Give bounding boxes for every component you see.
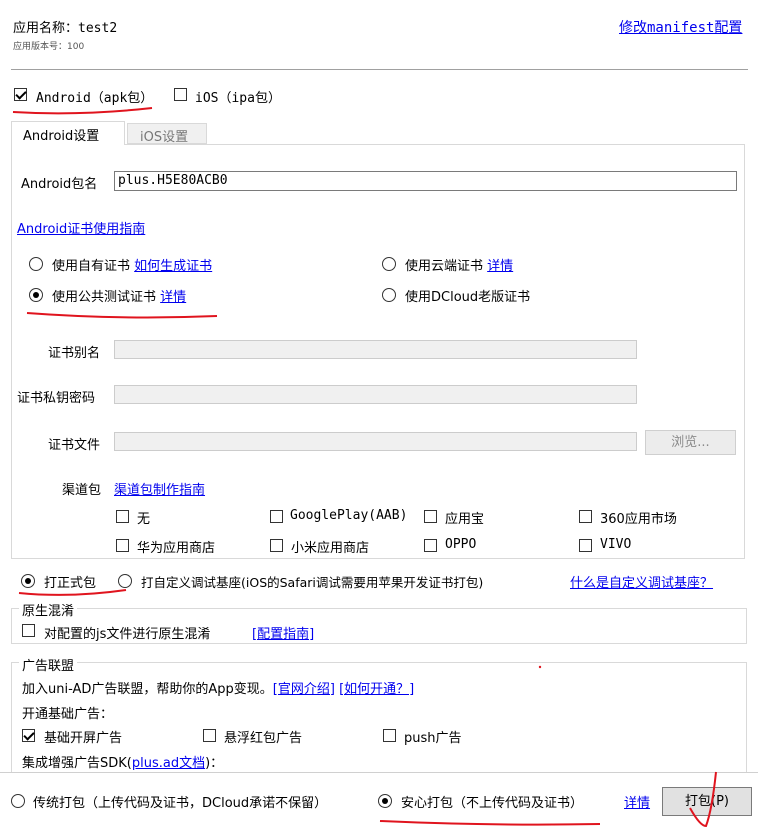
channel-xiaomi-checkbox[interactable] — [270, 539, 283, 552]
cert-guide-link[interactable]: Android证书使用指南 — [17, 218, 145, 237]
tab-ios-settings-label: iOS设置 — [140, 130, 189, 145]
safe-pack-label: 安心打包（不上传代码及证书） — [401, 796, 584, 811]
obfuscation-checkbox[interactable] — [22, 624, 35, 637]
channel-none-checkbox[interactable] — [116, 510, 129, 523]
obfuscation-title: 原生混淆 — [19, 600, 78, 619]
build-custom-base-radio[interactable] — [118, 574, 132, 588]
channel-vivo-label: VIVO — [600, 537, 632, 552]
cert-own-label: 使用自有证书 如何生成证书 — [52, 259, 213, 274]
ios-label: iOS（ipa包） — [195, 91, 281, 106]
ads-title: 广告联盟 — [19, 655, 78, 674]
obfuscation-guide-link[interactable]: [配置指南] — [252, 623, 314, 642]
password-label: 证书私钥密码 — [17, 391, 96, 406]
ads-how-link[interactable]: [如何开通？] — [339, 682, 414, 697]
channel-vivo-checkbox[interactable] — [579, 539, 592, 552]
channel-xiaomi-label: 小米应用商店 — [291, 541, 370, 556]
alias-input[interactable] — [114, 340, 637, 359]
password-input[interactable] — [114, 385, 637, 404]
tab-android-settings-label: Android设置 — [23, 129, 100, 144]
traditional-pack-label: 传统打包（上传代码及证书，DCloud承诺不保留） — [33, 796, 328, 811]
traditional-pack-radio[interactable] — [11, 794, 25, 808]
modify-manifest-link[interactable]: 修改manifest配置 — [619, 17, 742, 37]
package-label: Android包名 — [21, 177, 98, 192]
tab-ios-settings[interactable]: iOS设置 — [127, 123, 207, 145]
android-checkbox[interactable] — [14, 88, 27, 101]
channel-yyb-label: 应用宝 — [445, 512, 485, 527]
ad-splash-label: 基础开屏广告 — [44, 731, 123, 746]
alias-label: 证书别名 — [48, 346, 101, 361]
ad-redpacket-label: 悬浮红包广告 — [224, 731, 303, 746]
ios-checkbox[interactable] — [174, 88, 187, 101]
cert-cloud-label: 使用云端证书 详情 — [405, 259, 514, 274]
cert-dcloud-old-radio[interactable] — [382, 288, 396, 302]
app-name-label: 应用名称： — [13, 21, 79, 36]
channel-googleplay-checkbox[interactable] — [270, 510, 283, 523]
what-is-custom-base-link[interactable]: 什么是自定义调试基座？ — [570, 572, 713, 591]
ad-push-label: push广告 — [404, 731, 462, 746]
package-input[interactable]: plus.H5E80ACB0 — [114, 171, 737, 191]
channel-yyb-checkbox[interactable] — [424, 510, 437, 523]
channel-huawei-label: 华为应用商店 — [137, 541, 216, 556]
ads-sdk-label: 集成增强广告SDK(plus.ad文档)： — [22, 756, 224, 771]
safe-pack-detail-link[interactable]: 详情 — [624, 792, 650, 811]
android-label: Android（apk包） — [36, 91, 154, 106]
how-generate-cert-link[interactable]: 如何生成证书 — [134, 259, 212, 274]
channel-360-label: 360应用市场 — [600, 512, 677, 527]
ad-push-checkbox[interactable] — [383, 729, 396, 742]
build-custom-base-label: 打自定义调试基座(iOS的Safari调试需要用苹果开发证书打包) — [141, 575, 484, 590]
channel-label: 渠道包 — [62, 483, 102, 498]
file-label: 证书文件 — [48, 438, 101, 453]
channel-360-checkbox[interactable] — [579, 510, 592, 523]
channel-googleplay-label: GooglePlay(AAB) — [290, 508, 408, 523]
obfuscation-label: 对配置的js文件进行原生混淆 — [44, 627, 211, 642]
app-name: 应用名称：test2 — [13, 17, 117, 36]
cert-public-radio[interactable] — [29, 288, 43, 302]
ads-intro: 加入uni-AD广告联盟，帮助你的App变现。[官网介绍] [如何开通？] — [22, 682, 415, 697]
tab-android-settings[interactable]: Android设置 — [11, 121, 125, 145]
ad-redpacket-checkbox[interactable] — [203, 729, 216, 742]
build-formal-radio[interactable] — [21, 574, 35, 588]
cert-cloud-radio[interactable] — [382, 257, 396, 271]
cert-public-label: 使用公共测试证书 详情 — [52, 290, 187, 305]
file-input[interactable] — [114, 432, 637, 451]
cloud-cert-detail-link[interactable]: 详情 — [487, 259, 513, 274]
cert-own-radio[interactable] — [29, 257, 43, 271]
underline-android — [12, 107, 153, 115]
channel-none-label: 无 — [137, 512, 151, 527]
channel-oppo-label: OPPO — [445, 537, 477, 552]
ads-basic-label: 开通基础广告： — [22, 707, 114, 722]
channel-huawei-checkbox[interactable] — [116, 539, 129, 552]
ad-splash-checkbox[interactable] — [22, 729, 35, 742]
ads-official-link[interactable]: [官网介绍] — [273, 682, 335, 697]
app-name-value: test2 — [78, 21, 118, 36]
channel-guide-link[interactable]: 渠道包制作指南 — [114, 479, 205, 498]
cert-dcloud-old-label: 使用DCloud老版证书 — [405, 290, 531, 305]
pack-button[interactable]: 打包(P) — [662, 787, 752, 816]
public-cert-detail-link[interactable]: 详情 — [160, 290, 186, 305]
safe-pack-radio[interactable] — [378, 794, 392, 808]
ads-sdk-link[interactable]: plus.ad文档 — [132, 756, 205, 771]
channel-oppo-checkbox[interactable] — [424, 539, 437, 552]
browse-button[interactable]: 浏览... — [645, 430, 736, 455]
app-version: 应用版本号：100 — [13, 42, 85, 52]
header-divider — [11, 69, 748, 70]
build-formal-label: 打正式包 — [44, 576, 97, 591]
